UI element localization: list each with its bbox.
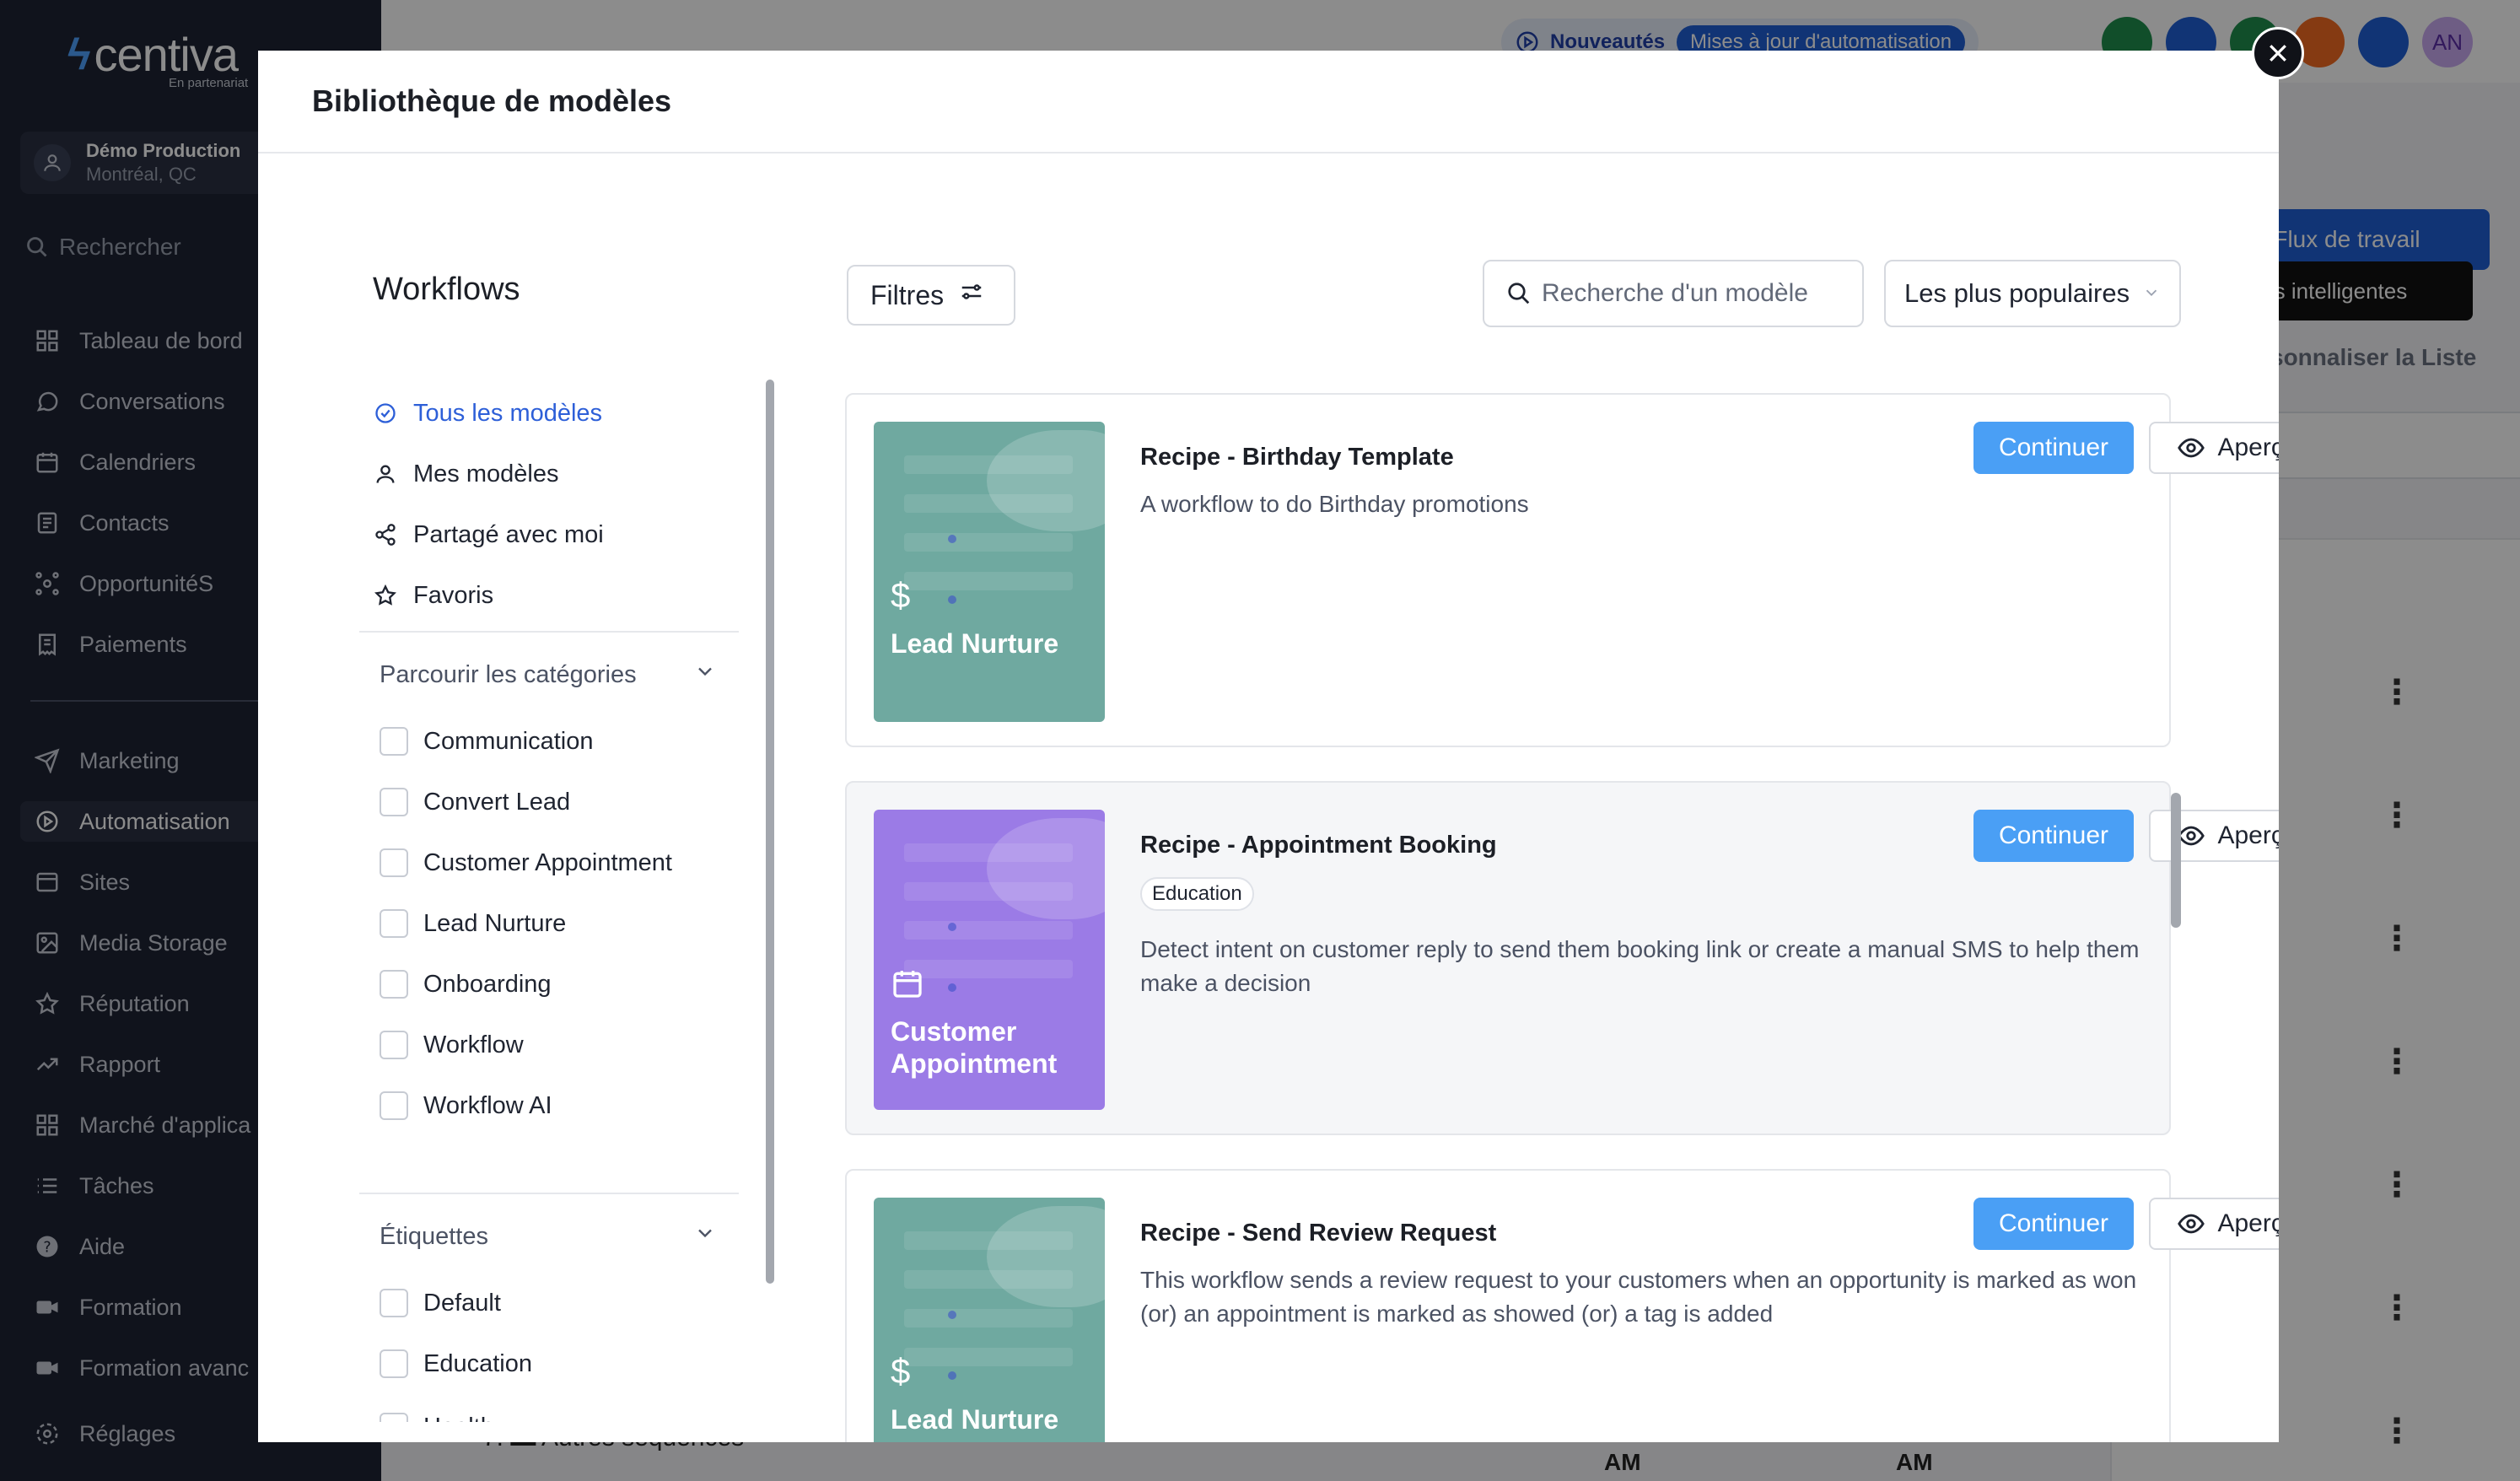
eye-icon [2177, 821, 2205, 850]
dollar-icon: $ [891, 1351, 911, 1391]
continue-button[interactable]: Continuer [1973, 1198, 2134, 1250]
sort-select[interactable]: Les plus populaires [1884, 260, 2181, 327]
user-icon [373, 461, 398, 487]
checkbox-label: Customer Appointment [423, 848, 672, 876]
template-library-modal: Bibliothèque de modèles Workflows Tous l… [258, 51, 2279, 1442]
dollar-icon: $ [891, 575, 911, 615]
template-title: Recipe - Send Review Request [1140, 1220, 1497, 1247]
template-thumbnail: $ Lead Nurture [874, 422, 1105, 722]
checkbox[interactable] [380, 1091, 408, 1120]
preview-label: Aperçu [2217, 1209, 2279, 1237]
checkbox-label: Education [423, 1349, 532, 1377]
checkbox[interactable] [380, 1289, 408, 1317]
category-checkbox[interactable]: Workflow [380, 1028, 524, 1062]
checkbox[interactable] [380, 1413, 408, 1422]
category-checkbox[interactable]: Communication [380, 724, 593, 758]
tag-checkbox[interactable]: Education [380, 1347, 532, 1381]
categories-toggle[interactable]: Parcourir les catégories [380, 660, 717, 690]
category-checkbox[interactable]: Onboarding [380, 967, 552, 1001]
template-title: Recipe - Appointment Booking [1140, 832, 1497, 859]
left-panel-scrollbar[interactable] [766, 380, 774, 1284]
nav-label: Partagé avec moi [413, 520, 604, 548]
checkbox[interactable] [380, 1031, 408, 1059]
checkbox[interactable] [380, 1349, 408, 1378]
filters-button[interactable]: Filtres [847, 265, 1015, 326]
eye-icon [2177, 1209, 2205, 1238]
nav-shared-with-me[interactable]: Partagé avec moi [373, 518, 604, 552]
search-input[interactable] [1542, 279, 1828, 308]
modal-title: Bibliothèque de modèles [312, 83, 672, 118]
thumbnail-label: Customer Appointment [891, 1016, 1058, 1079]
checkbox-label: Health [423, 1413, 494, 1441]
share-icon [373, 522, 398, 547]
checkbox[interactable] [380, 848, 408, 877]
nav-label: Mes modèles [413, 460, 559, 487]
nav-label: Tous les modèles [413, 399, 603, 427]
close-icon [2270, 45, 2286, 62]
preview-label: Aperçu [2217, 821, 2279, 849]
nav-favorites[interactable]: Favoris [373, 579, 493, 612]
category-checkbox[interactable]: Customer Appointment [380, 846, 672, 880]
checkbox[interactable] [380, 788, 408, 816]
template-card[interactable]: $ Lead Nurture Recipe - Birthday Templat… [845, 393, 2279, 747]
calendar-icon [891, 967, 924, 1000]
nav-all-templates[interactable]: Tous les modèles [373, 396, 602, 430]
template-thumbnail: Customer Appointment [874, 810, 1105, 1110]
category-checkbox[interactable]: Lead Nurture [380, 907, 566, 940]
checkbox[interactable] [380, 727, 408, 756]
preview-button[interactable]: Aperçu [2149, 810, 2279, 862]
preview-label: Aperçu [2217, 434, 2279, 461]
template-thumbnail: $ Lead Nurture [874, 1198, 1105, 1442]
tag-checkbox[interactable]: Default [380, 1286, 501, 1320]
close-modal-button[interactable] [2252, 27, 2304, 79]
checkbox-label: Workflow [423, 1031, 524, 1058]
section-divider [359, 1193, 739, 1194]
chevron-down-icon [2142, 278, 2161, 309]
checkbox-label: Workflow AI [423, 1091, 552, 1119]
category-checkbox[interactable]: Workflow AI [380, 1089, 552, 1123]
nav-my-templates[interactable]: Mes modèles [373, 457, 558, 491]
section-divider [359, 631, 739, 633]
checkbox-label: Communication [423, 727, 594, 755]
template-tag: Education [1140, 877, 1254, 911]
continue-button[interactable]: Continuer [1973, 810, 2134, 862]
checkbox-label: Default [423, 1289, 501, 1317]
template-description: This workflow sends a review request to … [1140, 1267, 2137, 1327]
eye-icon [2177, 434, 2205, 462]
chevron-down-icon [693, 660, 717, 690]
template-card[interactable]: $ Lead Nurture Recipe - Send Review Requ… [845, 1169, 2279, 1442]
checkbox-label: Lead Nurture [423, 909, 567, 937]
checkbox[interactable] [380, 909, 408, 938]
checkbox-label: Convert Lead [423, 788, 571, 816]
category-checkbox[interactable]: Convert Lead [380, 785, 570, 819]
template-search[interactable] [1483, 260, 1864, 327]
check-circle-icon [373, 401, 398, 426]
tags-title: Étiquettes [380, 1222, 488, 1250]
preview-button[interactable]: Aperçu [2149, 422, 2279, 474]
continue-button[interactable]: Continuer [1973, 422, 2134, 474]
checkbox[interactable] [380, 970, 408, 999]
preview-button[interactable]: Aperçu [2149, 1198, 2279, 1250]
checkbox-label: Onboarding [423, 970, 552, 998]
tags-toggle[interactable]: Étiquettes [380, 1221, 717, 1252]
thumbnail-label: Lead Nurture [891, 628, 1059, 659]
template-description: Detect intent on customer reply to send … [1140, 936, 2140, 996]
library-section-title: Workflows [373, 272, 520, 307]
modal-header: Bibliothèque de modèles [258, 51, 2279, 153]
template-card[interactable]: Customer Appointment Recipe - Appointmen… [845, 781, 2279, 1135]
nav-label: Favoris [413, 581, 494, 609]
template-title: Recipe - Birthday Template [1140, 444, 1454, 471]
filters-label: Filtres [870, 279, 945, 310]
sliders-icon [959, 279, 984, 311]
categories-title: Parcourir les catégories [380, 660, 637, 688]
template-description: A workflow to do Birthday promotions [1140, 491, 1529, 517]
sort-value: Les plus populaires [1904, 278, 2130, 308]
star-icon [373, 583, 398, 608]
search-icon [1508, 283, 1530, 304]
thumbnail-label: Lead Nurture [891, 1404, 1059, 1435]
chevron-down-icon [693, 1221, 717, 1252]
results-scrollbar[interactable] [2171, 793, 2181, 928]
tag-checkbox[interactable]: Health [380, 1410, 494, 1441]
